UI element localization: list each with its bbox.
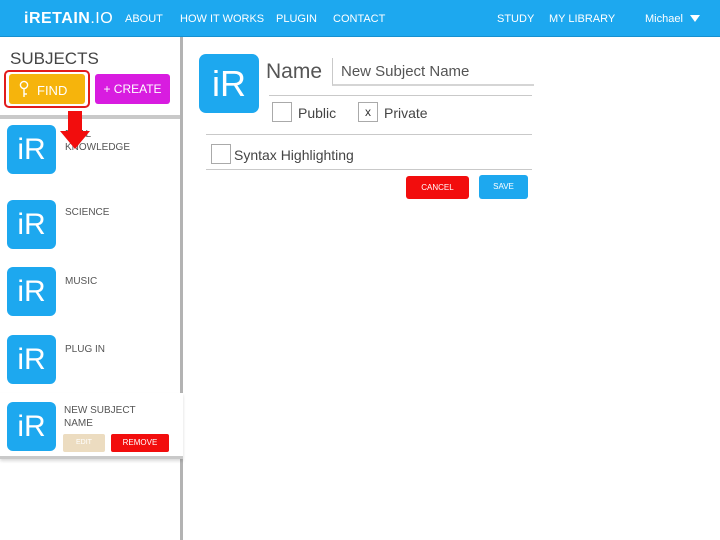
find-button-label: FIND xyxy=(37,83,68,98)
syntax-highlighting-checkbox[interactable] xyxy=(211,144,231,164)
create-button[interactable]: + CREATE xyxy=(95,74,170,104)
brand-logo[interactable]: iRETAIN.IO xyxy=(24,10,113,28)
nav-study[interactable]: STUDY xyxy=(497,13,534,25)
subject-logo-icon: iR xyxy=(7,267,56,316)
form-subject-logo-icon: iR xyxy=(199,54,259,113)
nav-about[interactable]: ABOUT xyxy=(125,13,163,25)
private-checkbox[interactable]: x xyxy=(358,102,378,122)
public-label: Public xyxy=(298,105,337,121)
subject-item-general-knowledge[interactable]: iR ERAL KNOWLEDGE xyxy=(0,120,180,185)
public-checkbox[interactable] xyxy=(272,102,292,122)
remove-button[interactable]: REMOVE xyxy=(111,434,169,452)
nav-my-library[interactable]: MY LIBRARY xyxy=(549,13,615,25)
edit-button[interactable]: EDIT xyxy=(63,434,105,452)
subject-name-input[interactable] xyxy=(332,58,534,86)
syntax-highlighting-label: Syntax Highlighting xyxy=(234,147,354,163)
private-label: Private xyxy=(384,105,428,121)
nav-contact[interactable]: CONTACT xyxy=(333,13,385,25)
form-divider xyxy=(269,95,532,96)
subject-label: MUSIC xyxy=(65,276,98,287)
subject-logo-icon: iR xyxy=(7,402,56,451)
subject-logo-icon: iR xyxy=(7,200,56,249)
subjects-title: SUBJECTS xyxy=(10,49,99,68)
find-button[interactable]: FIND xyxy=(9,74,85,104)
subject-logo-icon: iR xyxy=(7,335,56,384)
sidebar-divider xyxy=(0,115,180,119)
subject-logo-icon: iR xyxy=(7,125,56,174)
save-button[interactable]: SAVE xyxy=(479,175,528,199)
chevron-down-icon[interactable] xyxy=(690,15,700,22)
cancel-button[interactable]: CANCEL xyxy=(406,176,469,199)
nav-plugin[interactable]: PLUGIN xyxy=(276,13,317,25)
subject-label: NEW SUBJECT NAME xyxy=(64,405,136,429)
subject-item-music[interactable]: iR MUSIC xyxy=(0,258,180,323)
subject-item-plug-in[interactable]: iR PLUG IN xyxy=(0,325,180,390)
form-divider xyxy=(206,169,532,170)
form-divider xyxy=(206,134,532,135)
logo-suffix-text: .IO xyxy=(90,10,114,27)
subject-label: SCIENCE xyxy=(65,207,110,218)
subject-label: PLUG IN xyxy=(65,344,106,355)
top-navbar: iRETAIN.IO ABOUT HOW IT WORKS PLUGIN CON… xyxy=(0,0,720,37)
subject-item-science[interactable]: iR SCIENCE xyxy=(0,190,180,255)
logo-main-text: iRETAIN xyxy=(24,10,91,27)
annotation-arrow-icon xyxy=(60,111,90,149)
name-label: Name xyxy=(266,60,323,83)
nav-how-it-works[interactable]: HOW IT WORKS xyxy=(180,13,264,25)
key-icon xyxy=(19,80,29,97)
user-menu[interactable]: Michael xyxy=(645,13,683,25)
